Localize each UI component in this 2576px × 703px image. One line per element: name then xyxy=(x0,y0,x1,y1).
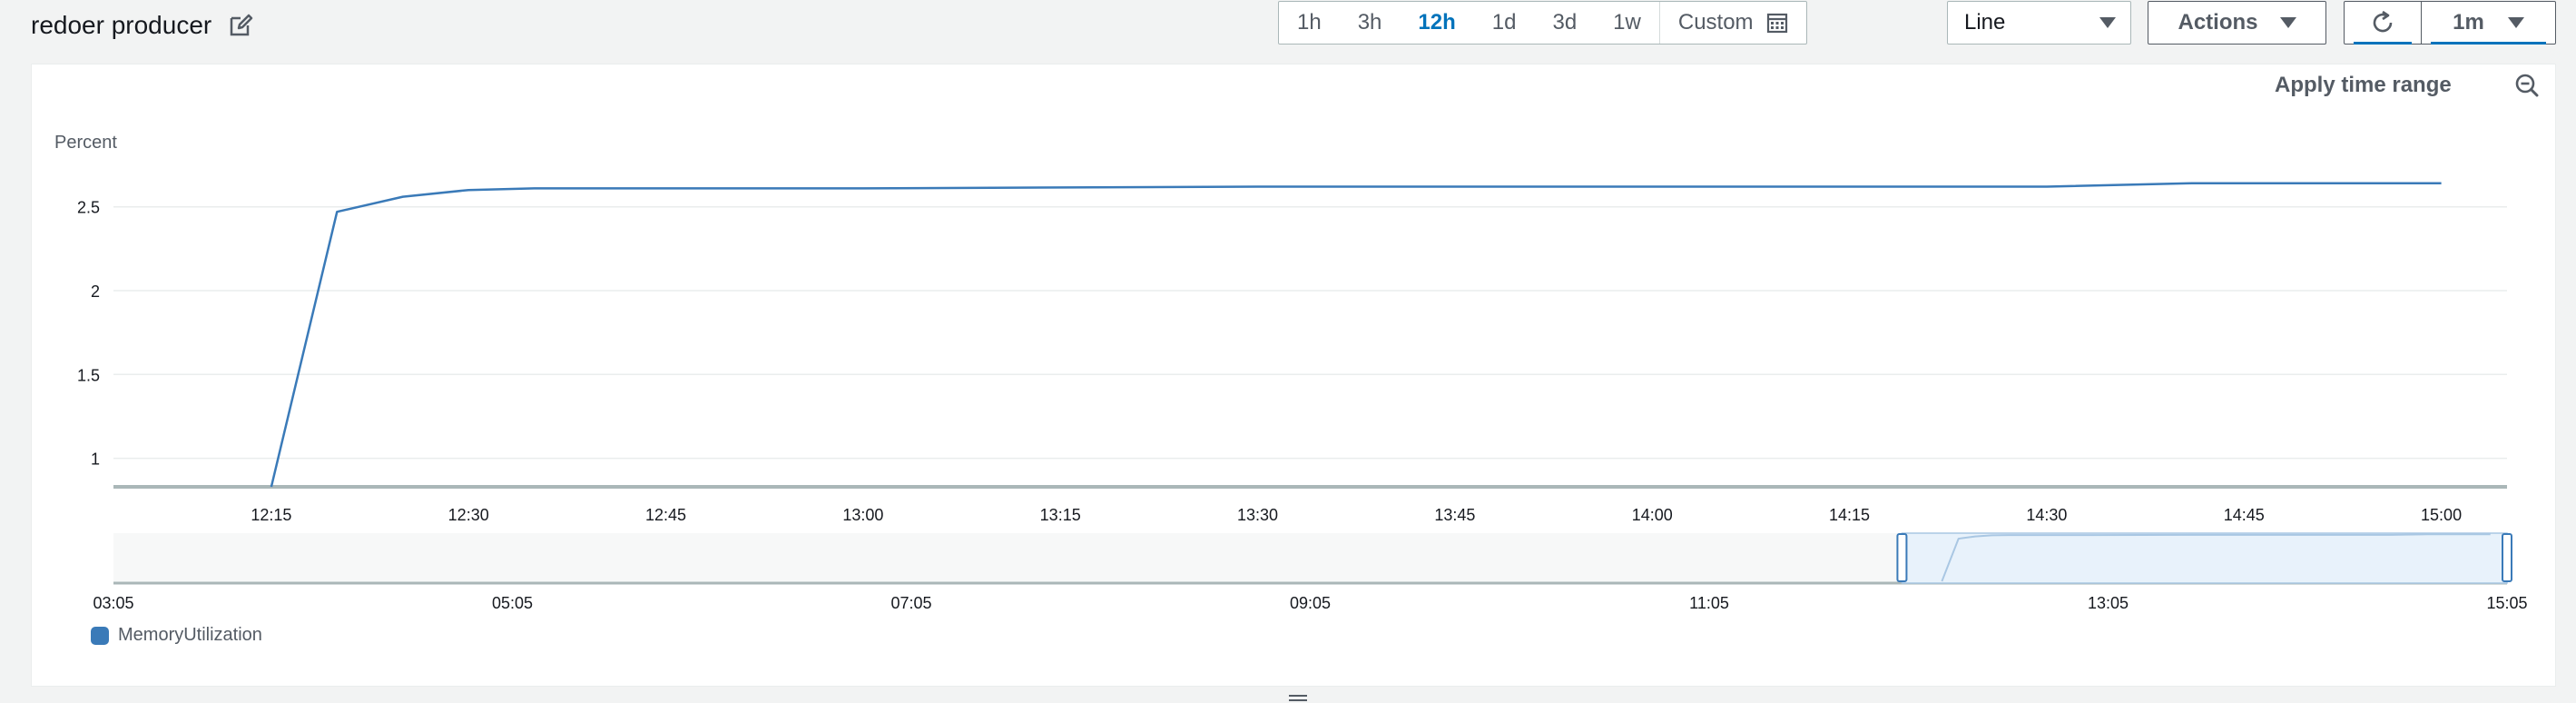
x-tick-label: 12:30 xyxy=(448,506,489,524)
navigator-handle[interactable] xyxy=(2502,533,2512,582)
y-axis-label: Percent xyxy=(54,133,117,153)
x-tick-label: 13:45 xyxy=(1434,506,1475,524)
navigator-tick-label: 07:05 xyxy=(890,594,931,612)
chart-legend[interactable]: MemoryUtilization xyxy=(91,625,262,646)
navigator-tick-label: 03:05 xyxy=(93,594,133,612)
navigator-tick-label: 09:05 xyxy=(1290,594,1331,612)
x-tick-label: 14:30 xyxy=(2026,506,2067,524)
navigator-selection xyxy=(1901,532,2508,584)
legend-swatch xyxy=(91,626,109,645)
x-tick-label: 12:45 xyxy=(645,506,686,524)
y-tick-label: 2.5 xyxy=(77,199,100,217)
x-tick-label: 14:00 xyxy=(1632,506,1673,524)
navigator-tick-label: 13:05 xyxy=(2088,594,2129,612)
x-tick-label: 13:15 xyxy=(1040,506,1081,524)
x-tick-label: 12:15 xyxy=(251,506,291,524)
navigator-handle[interactable] xyxy=(1896,533,1908,582)
resize-handle-icon[interactable] xyxy=(1287,694,1309,703)
navigator-tick-label: 11:05 xyxy=(1689,594,1729,612)
x-tick-label: 13:30 xyxy=(1237,506,1278,524)
series-line xyxy=(270,182,2442,488)
y-tick-label: 2 xyxy=(91,282,100,301)
navigator-tick-label: 15:05 xyxy=(2486,594,2527,612)
memory-chart: Percent 1 1.5 2 2.5 12:15 12:30 12:45 13:00 13:… xyxy=(54,133,2528,612)
x-tick-label: 14:45 xyxy=(2224,506,2265,524)
x-tick-label: 15:00 xyxy=(2421,506,2462,524)
navigator-tick-label: 05:05 xyxy=(492,594,533,612)
y-tick-label: 1 xyxy=(91,451,100,469)
x-tick-label: 13:00 xyxy=(842,506,883,524)
legend-label: MemoryUtilization xyxy=(118,625,262,645)
x-tick-label: 14:15 xyxy=(1829,506,1870,524)
y-tick-label: 1.5 xyxy=(77,366,100,384)
